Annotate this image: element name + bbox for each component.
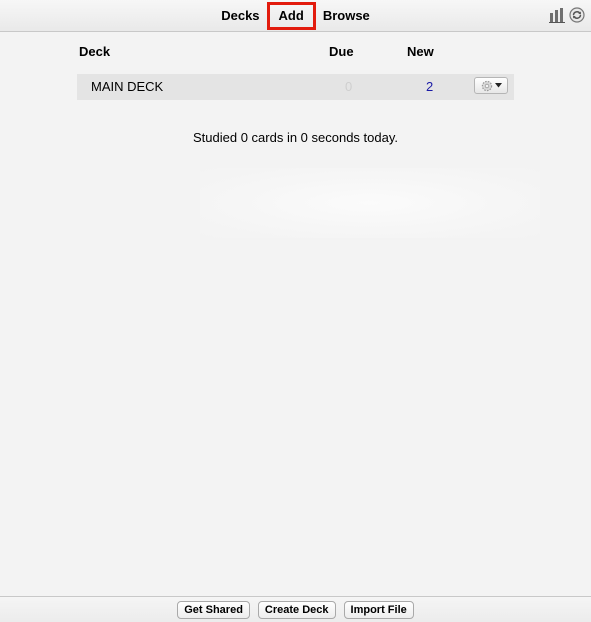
- top-toolbar: Decks Add Browse: [0, 0, 591, 32]
- deck-options-button[interactable]: [474, 77, 508, 94]
- gear-icon: [481, 80, 492, 91]
- stats-icon[interactable]: [549, 7, 565, 23]
- studied-summary: Studied 0 cards in 0 seconds today.: [193, 130, 398, 145]
- header-deck: Deck: [79, 44, 111, 59]
- deck-row[interactable]: MAIN DECK 0 2: [77, 74, 514, 100]
- get-shared-button[interactable]: Get Shared: [177, 600, 250, 619]
- create-deck-button[interactable]: Create Deck: [257, 600, 336, 619]
- nav-decks[interactable]: Decks: [216, 6, 264, 26]
- deck-due-count: 0: [345, 79, 353, 94]
- background-glow: [200, 168, 540, 238]
- header-new: New: [407, 44, 434, 59]
- deck-list: Deck Due New MAIN DECK 0 2 Studied 0 car…: [77, 32, 514, 145]
- header-due: Due: [329, 44, 354, 59]
- deck-name[interactable]: MAIN DECK: [91, 79, 163, 94]
- toolbar-icons: [549, 7, 585, 23]
- deck-table-header: Deck Due New: [77, 32, 514, 74]
- import-file-button[interactable]: Import File: [343, 600, 414, 619]
- sync-icon[interactable]: [569, 7, 585, 23]
- bottom-toolbar: Get Shared Create Deck Import File: [0, 596, 591, 622]
- main-nav: Decks Add Browse: [0, 0, 591, 31]
- chevron-down-icon: [494, 83, 502, 88]
- nav-browse[interactable]: Browse: [318, 6, 375, 26]
- nav-add[interactable]: Add: [266, 1, 316, 30]
- deck-new-count: 2: [426, 79, 434, 94]
